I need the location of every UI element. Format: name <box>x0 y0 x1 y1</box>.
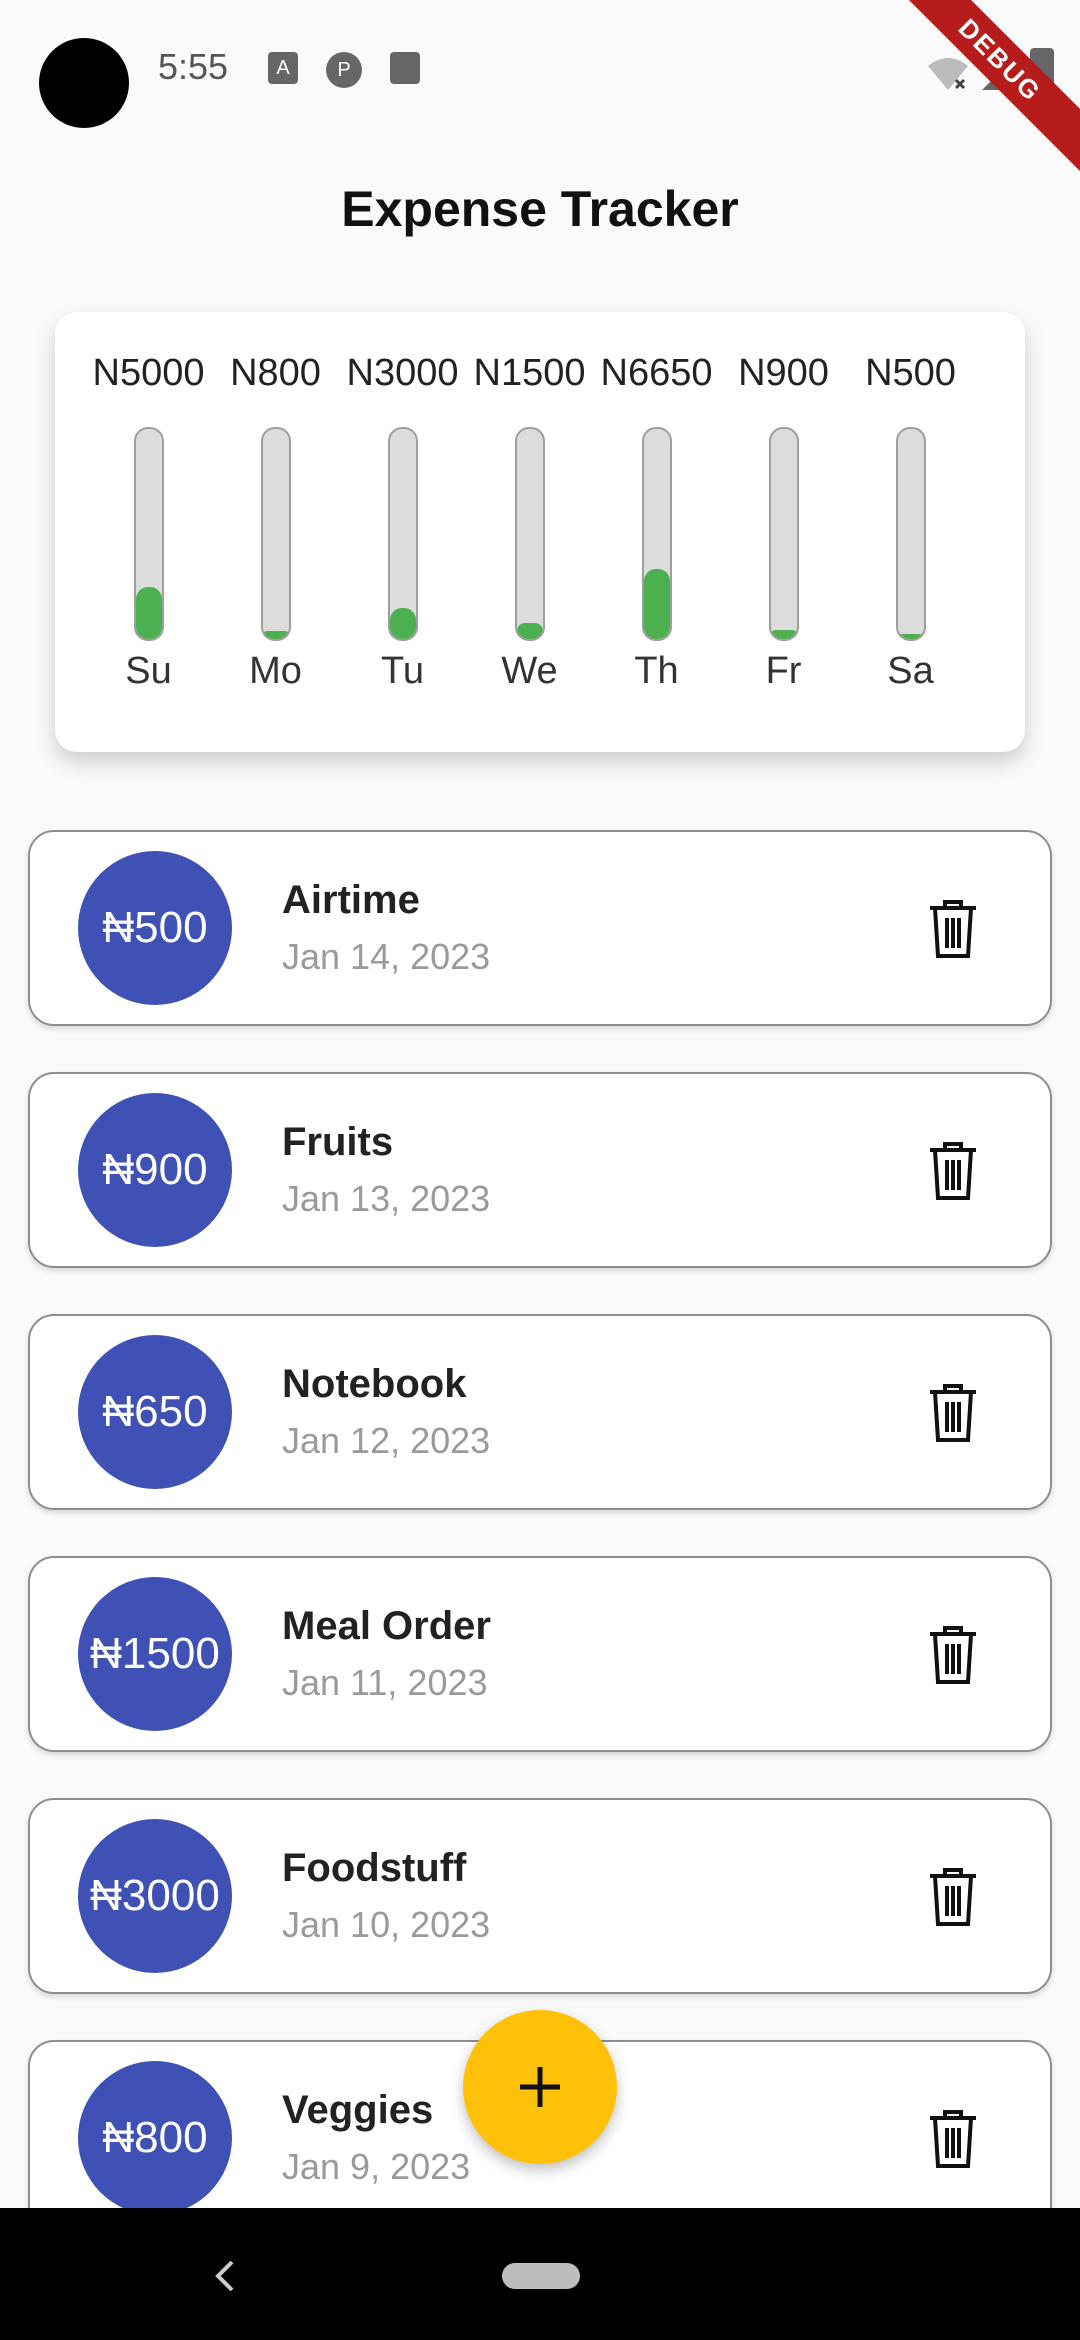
expense-title: Airtime <box>282 878 420 922</box>
wifi-off-icon <box>928 58 968 90</box>
delete-button[interactable] <box>926 1140 980 1202</box>
bar-track <box>387 427 418 641</box>
bar-fill <box>516 623 543 639</box>
amount-avatar: ₦650 <box>78 1335 232 1489</box>
plus-icon <box>520 2067 560 2107</box>
amount-avatar: ₦500 <box>78 851 232 1005</box>
bar-amount-label: N1500 <box>473 352 586 394</box>
delete-button[interactable] <box>926 898 980 960</box>
bar-day-label: Su <box>125 650 172 692</box>
expense-date: Jan 13, 2023 <box>282 1178 491 1219</box>
list-item: ₦3000 Foodstuff Jan 10, 2023 <box>28 1798 1052 1994</box>
expense-title: Veggies <box>282 2088 434 2132</box>
expense-date: Jan 14, 2023 <box>282 936 491 977</box>
status-bar: 5:55 A P DEBUG <box>0 0 1080 182</box>
expense-title: Fruits <box>282 1120 394 1164</box>
chevron-left-icon <box>215 2260 234 2292</box>
bar-track <box>895 427 926 641</box>
expense-date: Jan 12, 2023 <box>282 1420 491 1461</box>
bar-track <box>133 427 164 641</box>
trash-icon <box>930 1384 976 1442</box>
weekly-chart-card: N5000 Su N800 Mo N3000 Tu N1500 We N6650 Th N900 Fr… <box>55 312 1025 752</box>
bar-day-label: Mo <box>249 650 302 692</box>
bar-amount-label: N900 <box>738 352 829 394</box>
expense-title: Meal Order <box>282 1604 491 1648</box>
amount-avatar: ₦3000 <box>78 1819 232 1973</box>
bar-track <box>641 427 672 641</box>
system-nav-bar <box>0 2208 1080 2340</box>
bar-track <box>768 427 799 641</box>
bar-day-label: Th <box>634 650 679 692</box>
expense-date: Jan 10, 2023 <box>282 1904 491 1945</box>
app-notification-icon: P <box>326 52 362 88</box>
chart-bar-tu: N3000 Tu <box>339 352 466 732</box>
trash-icon <box>930 1868 976 1926</box>
trash-icon <box>930 1626 976 1684</box>
expense-date: Jan 9, 2023 <box>282 2146 471 2187</box>
bar-fill <box>643 569 670 639</box>
list-item: ₦1500 Meal Order Jan 11, 2023 <box>28 1556 1052 1752</box>
chart-bar-mo: N800 Mo <box>212 352 339 732</box>
bar-amount-label: N500 <box>865 352 956 394</box>
list-item: ₦650 Notebook Jan 12, 2023 <box>28 1314 1052 1510</box>
chart-bar-fr: N900 Fr <box>720 352 847 732</box>
bar-day-label: Fr <box>765 650 802 692</box>
camera-cutout <box>39 38 129 128</box>
bar-day-label: Tu <box>381 650 424 692</box>
add-expense-button[interactable] <box>463 2010 617 2164</box>
delete-button[interactable] <box>926 1866 980 1928</box>
bar-fill <box>897 633 924 639</box>
bar-fill <box>389 607 416 639</box>
trash-icon <box>930 1142 976 1200</box>
bar-track <box>260 427 291 641</box>
bar-amount-label: N3000 <box>346 352 459 394</box>
expense-title: Notebook <box>282 1362 467 1406</box>
chart-bar-sa: N500 Sa <box>847 352 974 732</box>
trash-icon <box>930 900 976 958</box>
delete-button[interactable] <box>926 2108 980 2170</box>
bar-day-label: Sa <box>887 650 934 692</box>
chart-bar-th: N6650 Th <box>593 352 720 732</box>
expense-date: Jan 11, 2023 <box>282 1662 488 1703</box>
bar-day-label: We <box>501 650 558 692</box>
list-item: ₦500 Airtime Jan 14, 2023 <box>28 830 1052 1026</box>
list-item: ₦900 Fruits Jan 13, 2023 <box>28 1072 1052 1268</box>
home-button[interactable] <box>502 2263 580 2289</box>
sd-card-icon <box>390 52 420 84</box>
delete-button[interactable] <box>926 1624 980 1686</box>
bar-amount-label: N6650 <box>600 352 713 394</box>
expense-title: Foodstuff <box>282 1846 467 1890</box>
chart-bar-we: N1500 We <box>466 352 593 732</box>
page-title: Expense Tracker <box>341 181 739 237</box>
trash-icon <box>930 2110 976 2168</box>
status-time: 5:55 <box>158 46 229 87</box>
back-button[interactable] <box>210 2258 240 2294</box>
amount-avatar: ₦800 <box>78 2061 232 2215</box>
bar-track <box>514 427 545 641</box>
bar-fill <box>262 630 289 639</box>
amount-avatar: ₦900 <box>78 1093 232 1247</box>
bar-fill <box>770 629 797 639</box>
keyboard-notification-icon: A <box>268 52 298 84</box>
delete-button[interactable] <box>926 1382 980 1444</box>
chart-bar-su: N5000 Su <box>85 352 212 732</box>
amount-avatar: ₦1500 <box>78 1577 232 1731</box>
bar-amount-label: N800 <box>230 352 321 394</box>
bar-fill <box>135 586 162 639</box>
bar-amount-label: N5000 <box>92 352 205 394</box>
